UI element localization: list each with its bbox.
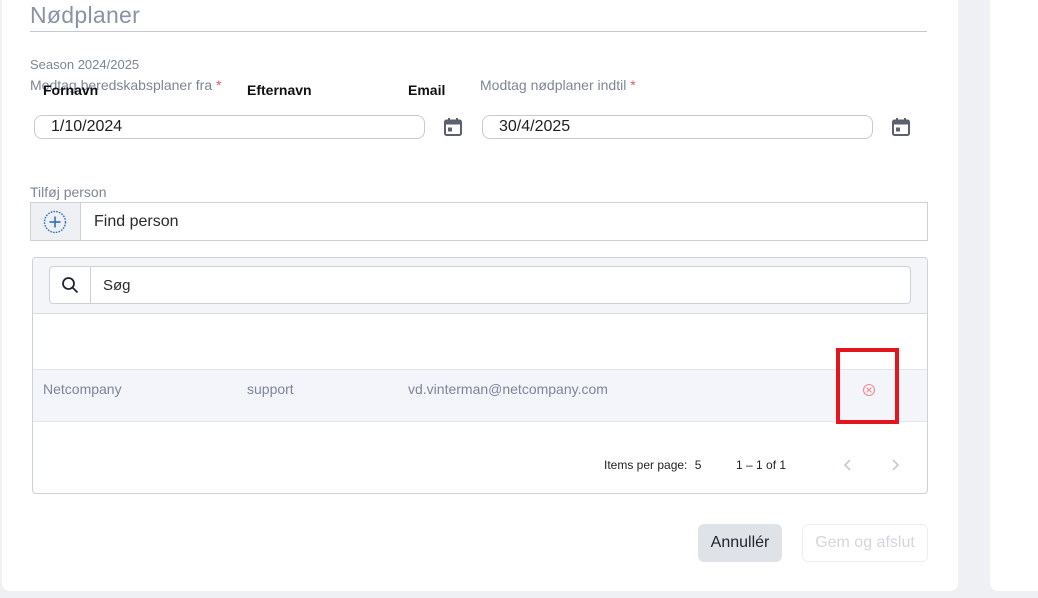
to-date-input[interactable]: 30/4/2025 <box>482 115 873 139</box>
to-date-label: Modtag nødplaner indtil * <box>480 77 636 93</box>
add-person-button[interactable] <box>31 203 81 240</box>
cell-firstname: Netcompany <box>43 381 122 397</box>
items-per-page-select[interactable]: 5 <box>695 458 702 472</box>
required-marker: * <box>630 77 636 93</box>
column-header-firstname[interactable]: Fornavn <box>43 82 98 98</box>
calendar-icon[interactable] <box>891 117 911 137</box>
items-per-page-label: Items per page: 5 <box>604 458 702 472</box>
save-and-finish-button[interactable]: Gem og afslut <box>802 524 928 562</box>
pagination-range: 1 – 1 of 1 <box>736 458 787 472</box>
chevron-left-icon[interactable] <box>842 457 854 473</box>
from-date-input[interactable]: 1/10/2024 <box>34 115 425 139</box>
calendar-icon[interactable] <box>443 117 463 137</box>
search-field[interactable]: Søg <box>49 266 911 304</box>
find-person-input[interactable]: Find person <box>94 213 179 231</box>
column-header-lastname[interactable]: Efternavn <box>247 82 312 98</box>
side-panel <box>990 0 1038 591</box>
table-toolbar: Søg <box>33 258 927 314</box>
search-icon <box>62 277 79 294</box>
cell-email: vd.vinterman@netcompany.com <box>408 381 608 397</box>
add-person-label: Tilføj person <box>30 184 107 200</box>
chevron-right-icon[interactable] <box>889 457 901 473</box>
title-divider <box>30 31 927 32</box>
search-button[interactable] <box>50 267 91 303</box>
required-marker: * <box>216 77 222 93</box>
search-input[interactable]: Søg <box>103 277 131 294</box>
find-person-field[interactable]: Find person <box>30 202 928 241</box>
add-circle-icon <box>43 210 67 234</box>
page-title: Nødplaner <box>30 2 141 28</box>
season-label: Season 2024/2025 <box>30 57 140 72</box>
cell-lastname: support <box>247 381 294 397</box>
column-header-email[interactable]: Email <box>408 82 445 98</box>
cancel-button[interactable]: Annullér <box>698 524 782 562</box>
highlight-box <box>836 348 899 424</box>
